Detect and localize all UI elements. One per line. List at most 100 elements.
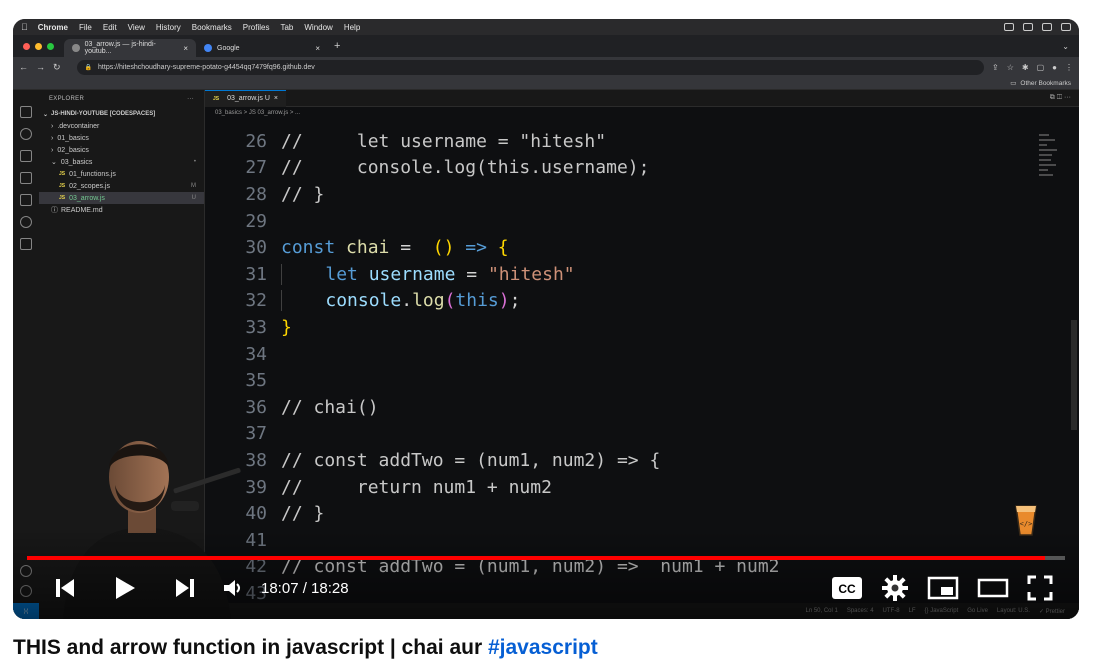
- file-tree: › .devcontainer › 01_basics › 02_basics ⌄ 03_ba…: [39, 120, 204, 216]
- minimap: [1039, 134, 1065, 194]
- browser-toolbar-icons: ⇪ ☆ ✱ ▢ ● ⋮: [992, 63, 1073, 72]
- indent-guide: [281, 290, 325, 312]
- code-token: this: [455, 290, 499, 312]
- skip-next-icon: [176, 579, 194, 597]
- captions-button[interactable]: CC: [831, 570, 863, 606]
- code-token: // let username = "hitesh": [281, 130, 607, 152]
- line-number: 35: [245, 370, 267, 392]
- tree-item[interactable]: › 02_basics: [39, 144, 204, 156]
- menu-window: Window: [297, 22, 332, 32]
- git-status-badge: M: [191, 183, 196, 189]
- code-line: 34: [205, 341, 1079, 368]
- code-line: 27 // console.log(this.username);: [205, 155, 1079, 182]
- apple-icon: : [21, 22, 28, 32]
- tree-item-label: .devcontainer: [57, 122, 100, 130]
- settings-button[interactable]: [881, 570, 909, 606]
- chevron-right-icon: ›: [51, 134, 54, 142]
- fullscreen-button[interactable]: [1027, 570, 1053, 606]
- project-root: ⌄ JS-HINDI-YOUTUBE [CODESPACES]: [39, 108, 204, 120]
- other-bookmarks: Other Bookmarks: [1020, 79, 1071, 87]
- line-number: 32: [245, 290, 267, 312]
- theater-mode-icon: [977, 578, 1009, 598]
- explorer-icon: [20, 106, 32, 118]
- volume-icon: [224, 580, 240, 596]
- tree-item[interactable]: JS 01_functions.js: [39, 168, 204, 180]
- captions-label: CC: [838, 582, 856, 596]
- code-token: // const addTwo = (num1, num2) => {: [281, 449, 661, 471]
- close-window-icon: [23, 42, 30, 50]
- code-token: console: [325, 290, 402, 312]
- menu-help: Help: [337, 22, 360, 32]
- back-icon: ←: [19, 62, 28, 72]
- tree-item-label: 02_basics: [57, 146, 89, 154]
- tree-item[interactable]: › .devcontainer: [39, 120, 204, 132]
- project-label: JS-HINDI-YOUTUBE [CODESPACES]: [51, 111, 156, 117]
- next-button[interactable]: [155, 570, 215, 606]
- tree-item[interactable]: JS 03_arrow.js U: [39, 192, 204, 204]
- code-line: 40// }: [205, 500, 1079, 527]
- code-line: 36 // chai(): [205, 394, 1079, 421]
- line-number: 36: [245, 396, 267, 418]
- code-line: 31 let username = "hitesh": [205, 261, 1079, 288]
- run-debug-icon: [20, 172, 32, 184]
- git-status-badge: •: [193, 159, 196, 165]
- miniplayer-icon: [927, 576, 959, 600]
- line-number: 34: [245, 343, 267, 365]
- video-title[interactable]: THIS and arrow function in javascript | …: [13, 636, 598, 660]
- menu-chrome: Chrome: [31, 22, 68, 32]
- menu-tab: Tab: [273, 22, 293, 32]
- extensions-icon: ✱: [1021, 62, 1029, 72]
- tree-item-label: 03_arrow.js: [69, 194, 105, 202]
- menu-edit: Edit: [96, 22, 117, 32]
- star-icon: ☆: [1006, 62, 1014, 72]
- code-line: 38// const addTwo = (num1, num2) => {: [205, 447, 1079, 474]
- code-token: (): [432, 237, 455, 259]
- tab-label: Google: [217, 44, 240, 52]
- previous-button[interactable]: [35, 570, 95, 606]
- volume-button[interactable]: [215, 570, 251, 606]
- theater-mode-button[interactable]: [977, 570, 1009, 606]
- status-icon: [1004, 23, 1014, 31]
- hashtag-link[interactable]: #javascript: [488, 636, 598, 659]
- explorer-title: EXPLORER: [49, 96, 85, 102]
- player-controls: 18:07 / 18:28 CC: [13, 570, 1079, 606]
- explorer-header: EXPLORER ···: [39, 90, 204, 108]
- line-number: 28: [245, 183, 267, 205]
- info-icon: ⓘ: [51, 207, 58, 214]
- chevron-right-icon: ›: [51, 146, 54, 154]
- folder-icon: ▭: [1010, 80, 1017, 87]
- mac-menu-bar:  Chrome File Edit View History Bookmark…: [13, 19, 1079, 35]
- source-control-icon: [20, 150, 32, 162]
- play-icon: [116, 577, 135, 599]
- line-number: 27: [245, 157, 267, 179]
- editor-tabs: JS 03_arrow.js U × ⧉ ◫ ···: [205, 89, 1079, 107]
- video-player[interactable]:  Chrome File Edit View History Bookmark…: [13, 19, 1079, 619]
- tab-label: 03_arrow.js — js-hindi-youtub...: [84, 41, 156, 55]
- docker-icon: [20, 238, 32, 250]
- tree-item[interactable]: ⌄ 03_basics •: [39, 156, 204, 168]
- tree-item[interactable]: JS 02_scopes.js M: [39, 180, 204, 192]
- code-line: 30 const chai = () => {: [205, 234, 1079, 261]
- tree-item-label: 03_basics: [60, 158, 93, 166]
- tree-item[interactable]: › 01_basics: [39, 132, 204, 144]
- tree-item-label: 01_basics: [57, 134, 89, 142]
- editor-tab-arrow: JS 03_arrow.js U ×: [205, 89, 287, 107]
- menu-file: File: [72, 22, 92, 32]
- close-icon: ×: [273, 95, 279, 102]
- play-button[interactable]: [95, 570, 155, 606]
- indent-guide: [281, 263, 325, 285]
- tree-item[interactable]: ⓘ README.md: [39, 204, 204, 216]
- browser-tab-arrow: 03_arrow.js — js-hindi-youtub... ×: [64, 39, 196, 57]
- menu-view: View: [120, 22, 145, 32]
- code-line: 33}: [205, 314, 1079, 341]
- progress-bar[interactable]: [27, 556, 1065, 560]
- js-file-icon: JS: [213, 95, 220, 102]
- code-token: ): [498, 290, 510, 312]
- code-token: // chai(): [281, 396, 379, 418]
- google-icon: [204, 44, 212, 52]
- menu-profiles: Profiles: [236, 22, 270, 32]
- tree-item-label: 02_scopes.js: [69, 182, 110, 190]
- code-line: 39// return num1 + num2: [205, 474, 1079, 501]
- miniplayer-button[interactable]: [927, 570, 959, 606]
- gear-icon: [882, 575, 908, 601]
